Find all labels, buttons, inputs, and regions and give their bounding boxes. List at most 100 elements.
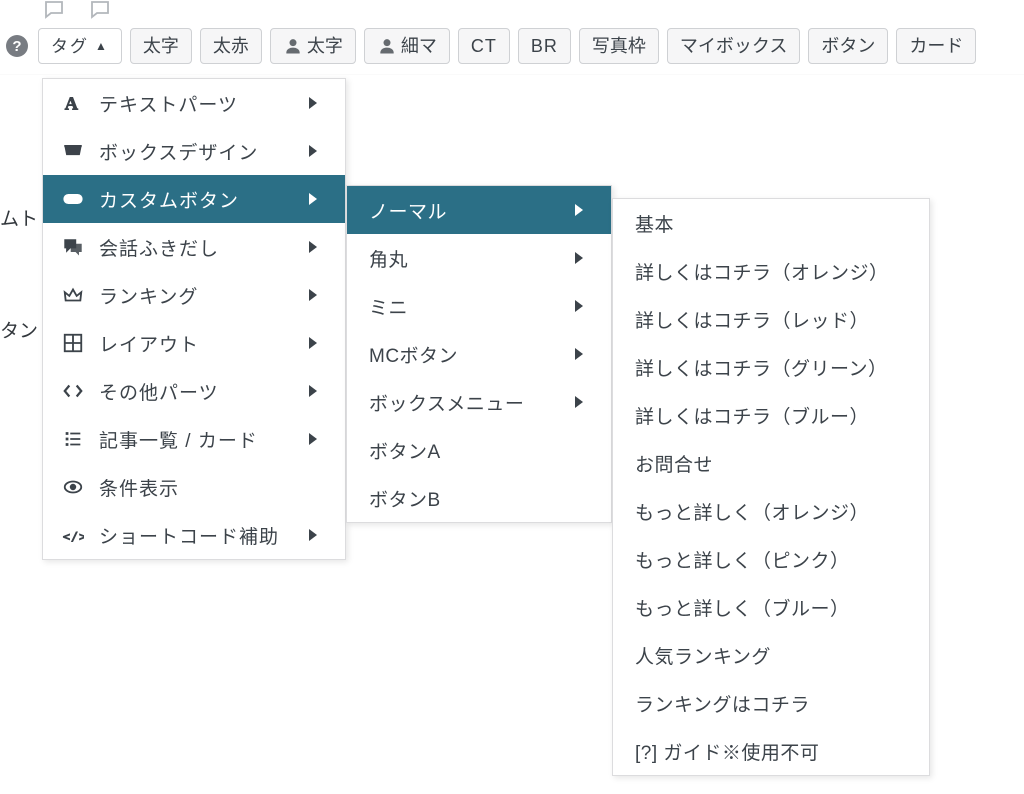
menu1-item-2[interactable]: カスタムボタン <box>43 175 345 223</box>
grid-icon <box>61 331 85 355</box>
toolbar-person-thin-button[interactable]: 細マ <box>364 28 450 64</box>
menu2-item-2[interactable]: ミニ <box>347 282 611 330</box>
menu1-item-label: その他パーツ <box>99 378 291 405</box>
menu3-item-6[interactable]: もっと詳しく（オレンジ） <box>613 487 929 535</box>
menu1-item-label: カスタムボタン <box>99 186 291 213</box>
toolbar-bold-button[interactable]: 太字 <box>130 28 192 64</box>
menu3-item-1[interactable]: 詳しくはコチラ（オレンジ） <box>613 247 929 295</box>
crown-icon <box>61 283 85 307</box>
menu3-item-label: [?] ガイド※使用不可 <box>635 738 901 765</box>
menu1-item-0[interactable]: テキストパーツ <box>43 79 345 127</box>
menu2-item-label: MCボタン <box>369 341 557 368</box>
menu1-item-8[interactable]: 条件表示 <box>43 463 345 511</box>
toolbar-br-button[interactable]: BR <box>518 28 571 64</box>
triangle-up-icon: ▲ <box>95 40 109 52</box>
menu1-item-1[interactable]: ボックスデザイン <box>43 127 345 175</box>
toolbar-mybox-button[interactable]: マイボックス <box>667 28 800 64</box>
toolbar-button-button[interactable]: ボタン <box>808 28 888 64</box>
codetag-icon <box>61 523 85 547</box>
menu3-item-10[interactable]: ランキングはコチラ <box>613 679 929 727</box>
menu2-item-label: ボタンB <box>369 485 583 512</box>
inbox-icon <box>61 139 85 163</box>
menu2-item-label: 角丸 <box>369 245 557 272</box>
toolbar-card-button[interactable]: カード <box>896 28 976 64</box>
menu3-item-label: 詳しくはコチラ（オレンジ） <box>635 258 901 285</box>
menu3-item-label: ランキングはコチラ <box>635 690 901 717</box>
tag-dropdown-menu: テキストパーツボックスデザインカスタムボタン会話ふきだしランキングレイアウトその… <box>42 78 346 560</box>
background-text-fragment: タン <box>0 316 38 343</box>
chevron-right-icon <box>575 396 583 408</box>
chevron-right-icon <box>575 252 583 264</box>
list-icon <box>61 427 85 451</box>
menu1-item-7[interactable]: 記事一覧 / カード <box>43 415 345 463</box>
person-icon <box>377 36 397 56</box>
chevron-right-icon <box>309 433 317 445</box>
chevron-right-icon <box>575 300 583 312</box>
font-a-icon <box>61 91 85 115</box>
menu1-item-3[interactable]: 会話ふきだし <box>43 223 345 271</box>
menu1-item-label: ボックスデザイン <box>99 138 291 165</box>
menu1-item-label: ランキング <box>99 282 291 309</box>
menu1-item-label: 会話ふきだし <box>99 234 291 261</box>
chat-icon[interactable] <box>88 0 112 16</box>
menu1-item-4[interactable]: ランキング <box>43 271 345 319</box>
toolbar-person-bold-button[interactable]: 太字 <box>270 28 356 64</box>
chevron-right-icon <box>309 145 317 157</box>
menu2-item-label: ボタンA <box>369 437 583 464</box>
tag-label: タグ <box>51 38 89 55</box>
chevron-right-icon <box>309 529 317 541</box>
chevron-right-icon <box>309 385 317 397</box>
chevron-right-icon <box>575 204 583 216</box>
menu2-item-4[interactable]: ボックスメニュー <box>347 378 611 426</box>
menu3-item-label: 人気ランキング <box>635 642 901 669</box>
tag-dropdown-button[interactable]: タグ ▲ <box>38 28 122 64</box>
menu3-item-5[interactable]: お問合せ <box>613 439 929 487</box>
toolbar-bold-red-button[interactable]: 太赤 <box>200 28 262 64</box>
menu1-item-9[interactable]: ショートコード補助 <box>43 511 345 559</box>
menu1-item-label: 記事一覧 / カード <box>99 426 291 453</box>
menu3-item-8[interactable]: もっと詳しく（ブルー） <box>613 583 929 631</box>
menu3-item-label: お問合せ <box>635 450 901 477</box>
menu2-item-label: ノーマル <box>369 197 557 224</box>
menu3-item-label: もっと詳しく（ブルー） <box>635 594 901 621</box>
toggle-icon <box>61 187 85 211</box>
menu2-item-5[interactable]: ボタンA <box>347 426 611 474</box>
menu3-item-label: 詳しくはコチラ（グリーン） <box>635 354 901 381</box>
menu3-item-11[interactable]: [?] ガイド※使用不可 <box>613 727 929 775</box>
menu2-item-label: ミニ <box>369 293 557 320</box>
menu2-item-label: ボックスメニュー <box>369 389 557 416</box>
menu3-item-4[interactable]: 詳しくはコチラ（ブルー） <box>613 391 929 439</box>
menu3-item-label: もっと詳しく（ピンク） <box>635 546 901 573</box>
toolbar-ct-button[interactable]: CT <box>458 28 510 64</box>
menu3-item-9[interactable]: 人気ランキング <box>613 631 929 679</box>
chevron-right-icon <box>575 348 583 360</box>
menu2-item-6[interactable]: ボタンB <box>347 474 611 522</box>
menu3-item-3[interactable]: 詳しくはコチラ（グリーン） <box>613 343 929 391</box>
eye-icon <box>61 475 85 499</box>
menu1-item-6[interactable]: その他パーツ <box>43 367 345 415</box>
menu3-item-2[interactable]: 詳しくはコチラ（レッド） <box>613 295 929 343</box>
menu3-item-label: 詳しくはコチラ（ブルー） <box>635 402 901 429</box>
menu1-item-label: 条件表示 <box>99 474 317 501</box>
menu1-item-label: レイアウト <box>99 330 291 357</box>
menu3-item-7[interactable]: もっと詳しく（ピンク） <box>613 535 929 583</box>
menu3-item-0[interactable]: 基本 <box>613 199 929 247</box>
editor-top-icons <box>0 0 1024 18</box>
normal-button-submenu: 基本詳しくはコチラ（オレンジ） 詳しくはコチラ（レッド） 詳しくはコチラ（グリーン）… <box>612 198 930 776</box>
custom-button-submenu: ノーマル角丸ミニ MCボタンボックスメニューボタンA ボタンB <box>346 185 612 523</box>
menu2-item-1[interactable]: 角丸 <box>347 234 611 282</box>
chat-icon[interactable] <box>42 0 66 16</box>
code-icon <box>61 379 85 403</box>
chevron-right-icon <box>309 289 317 301</box>
menu2-item-0[interactable]: ノーマル <box>347 186 611 234</box>
chevron-right-icon <box>309 193 317 205</box>
menu2-item-3[interactable]: MCボタン <box>347 330 611 378</box>
menu3-item-label: 基本 <box>635 210 901 237</box>
help-icon[interactable]: ? <box>6 35 28 57</box>
toolbar-photo-frame-button[interactable]: 写真枠 <box>579 28 659 64</box>
menu1-item-5[interactable]: レイアウト <box>43 319 345 367</box>
editor-toolbar: ? タグ ▲ 太字 太赤 太字 細マ CT BR 写真枠 マイボックス ボタン … <box>0 18 1024 75</box>
chevron-right-icon <box>309 241 317 253</box>
person-icon <box>283 36 303 56</box>
menu1-item-label: ショートコード補助 <box>99 522 291 549</box>
